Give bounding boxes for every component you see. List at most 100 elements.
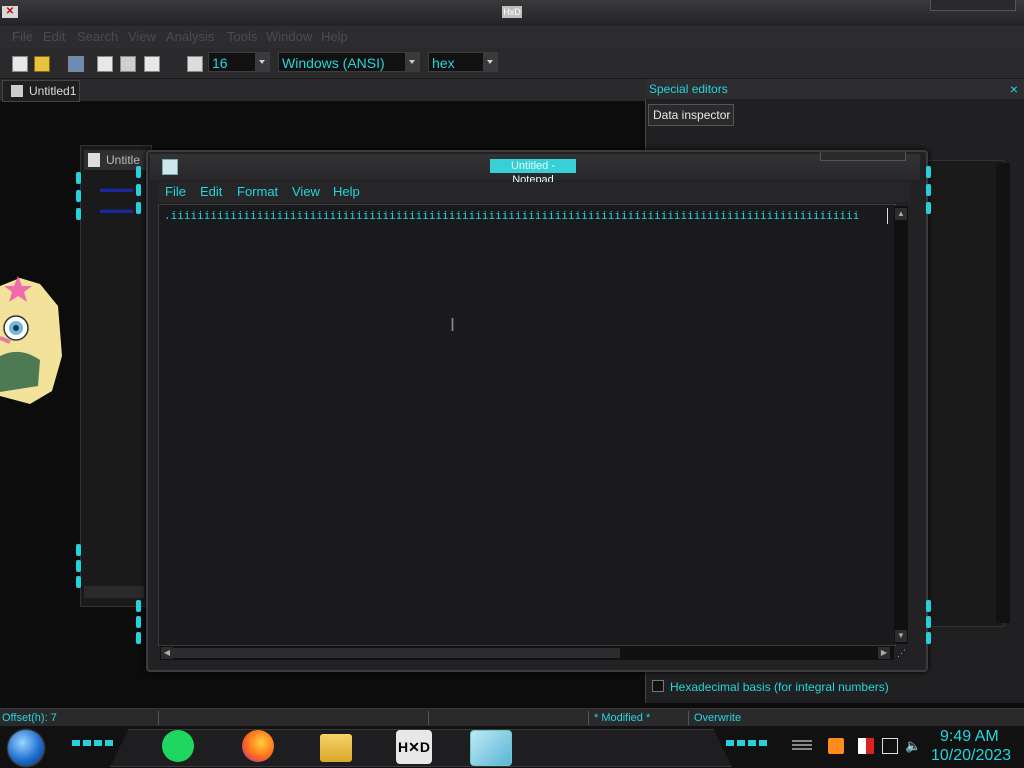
volume-icon[interactable]: 🔈 bbox=[905, 738, 921, 754]
scroll-down-icon[interactable]: ▼ bbox=[895, 630, 907, 642]
frame-accent bbox=[926, 202, 931, 214]
bytes-per-row-value: 16 bbox=[212, 55, 228, 71]
hxd-status-bar: Offset(h): 7 * Modified * Overwrite bbox=[0, 708, 1024, 727]
start-button[interactable] bbox=[8, 730, 44, 766]
scrollbar-thumb[interactable] bbox=[172, 648, 620, 658]
hex-data-row: ▬▬▬ bbox=[100, 204, 133, 216]
clock-date[interactable]: 10/20/2023 bbox=[931, 747, 1011, 765]
window-controls[interactable] bbox=[930, 0, 1016, 11]
firefox-icon[interactable] bbox=[242, 730, 274, 762]
offset-base-select[interactable]: hex bbox=[428, 52, 498, 72]
text-caret bbox=[887, 208, 888, 224]
hxd-toolbar: 16 Windows (ANSI) hex bbox=[0, 48, 1024, 79]
save-icon[interactable] bbox=[68, 56, 84, 72]
notepad-menu-format[interactable]: Format bbox=[237, 184, 278, 199]
taskbar-accent bbox=[72, 740, 116, 746]
status-offset: Offset(h): 7 bbox=[2, 712, 57, 724]
frame-accent bbox=[926, 632, 931, 644]
frame-accent bbox=[136, 616, 141, 628]
hxd-menu-bar: File Edit Search View Analysis Tools Win… bbox=[0, 26, 1024, 48]
notepad-menu-view[interactable]: View bbox=[292, 184, 320, 199]
hex-basis-checkbox[interactable]: Hexadecimal basis (for integral numbers) bbox=[652, 680, 889, 694]
chevron-down-icon[interactable] bbox=[405, 53, 419, 71]
status-divider bbox=[428, 711, 429, 725]
bytes-per-row-select[interactable]: 16 bbox=[208, 52, 270, 72]
frame-accent bbox=[926, 184, 931, 196]
menu-analysis[interactable]: Analysis bbox=[166, 29, 214, 44]
menu-search[interactable]: Search bbox=[77, 29, 118, 44]
menu-file[interactable]: File bbox=[12, 29, 33, 44]
network-icon[interactable] bbox=[882, 738, 898, 754]
checkbox-box[interactable] bbox=[652, 680, 664, 692]
frame-accent bbox=[136, 202, 141, 214]
frame-accent bbox=[76, 544, 81, 556]
notepad-menu-bar: File Edit Format View Help bbox=[158, 182, 910, 202]
charset-value: Windows (ANSI) bbox=[282, 55, 385, 71]
notepad-menu-help[interactable]: Help bbox=[333, 184, 360, 199]
scroll-up-icon[interactable]: ▲ bbox=[895, 208, 907, 220]
offset-base-value: hex bbox=[432, 55, 455, 71]
file-explorer-icon[interactable] bbox=[320, 734, 352, 762]
tray-overflow-icon[interactable] bbox=[792, 740, 812, 752]
notepad-content[interactable]: .iiiiiiiiiiiiiiiiiiiiiiiiiiiiiiiiiiiiiii… bbox=[164, 208, 888, 224]
frame-accent bbox=[76, 172, 81, 184]
hex-basis-label: Hexadecimal basis (for integral numbers) bbox=[670, 680, 889, 694]
spotify-icon[interactable] bbox=[162, 730, 194, 762]
hex-data-row: ▬▬▬ bbox=[100, 183, 133, 195]
scroll-left-icon[interactable]: ◀ bbox=[161, 647, 173, 659]
menu-tools[interactable]: Tools bbox=[227, 29, 257, 44]
close-icon[interactable]: × bbox=[1010, 79, 1018, 99]
cartoon-character-sticker bbox=[0, 276, 62, 404]
tab-label: Data inspector bbox=[653, 108, 731, 122]
status-mode[interactable]: Overwrite bbox=[694, 709, 741, 727]
frame-accent bbox=[76, 208, 81, 220]
new-file-icon[interactable] bbox=[12, 56, 28, 72]
menu-edit[interactable]: Edit bbox=[43, 29, 65, 44]
bytes-per-row-icon bbox=[187, 56, 203, 72]
hxd-app-icon[interactable]: ✕ bbox=[2, 6, 18, 18]
scroll-right-icon[interactable]: ▶ bbox=[878, 647, 890, 659]
hex-horizontal-scrollbar[interactable] bbox=[84, 586, 144, 598]
notepad-icon[interactable] bbox=[470, 730, 512, 766]
menu-window[interactable]: Window bbox=[266, 29, 312, 44]
chevron-down-icon[interactable] bbox=[255, 53, 269, 71]
notepad-app-icon[interactable] bbox=[162, 159, 178, 175]
open-folder-icon[interactable] bbox=[34, 56, 50, 72]
frame-accent bbox=[136, 184, 141, 196]
menu-view[interactable]: View bbox=[128, 29, 156, 44]
sound-warning-icon[interactable] bbox=[828, 738, 844, 754]
notepad-vertical-scrollbar[interactable]: ▲ ▼ bbox=[894, 206, 908, 644]
notepad-menu-edit[interactable]: Edit bbox=[200, 184, 222, 199]
document-icon bbox=[88, 153, 100, 167]
charset-select[interactable]: Windows (ANSI) bbox=[278, 52, 420, 72]
tab-label: Untitled1 bbox=[29, 84, 77, 98]
disk-icon[interactable] bbox=[144, 56, 160, 72]
taskbar-accent bbox=[726, 740, 770, 746]
frame-accent bbox=[926, 616, 931, 628]
clock-time[interactable]: 9:49 AM bbox=[940, 728, 999, 746]
frame-accent bbox=[136, 166, 141, 178]
frame-accent bbox=[76, 190, 81, 202]
chevron-down-icon[interactable] bbox=[483, 53, 497, 71]
status-divider bbox=[158, 711, 159, 725]
notepad-text-area[interactable] bbox=[158, 204, 896, 646]
frame-accent bbox=[926, 166, 931, 178]
ram-icon[interactable] bbox=[120, 56, 136, 72]
tab-data-inspector[interactable]: Data inspector bbox=[648, 104, 734, 126]
notepad-title: Untitled - Notepad bbox=[490, 159, 576, 186]
hex-document-title-label: Untitle bbox=[106, 153, 141, 167]
window-controls[interactable] bbox=[820, 152, 906, 161]
resize-grip-icon[interactable]: ⋰ bbox=[897, 648, 907, 658]
ibeam-cursor-icon: I bbox=[450, 314, 455, 336]
menu-help[interactable]: Help bbox=[321, 29, 348, 44]
notepad-menu-file[interactable]: File bbox=[165, 184, 186, 199]
data-inspector-scrollbar[interactable] bbox=[996, 163, 1010, 623]
action-center-flag-icon[interactable] bbox=[858, 738, 874, 754]
page-icon[interactable] bbox=[97, 56, 113, 72]
hxd-icon[interactable]: H✕D bbox=[396, 730, 432, 764]
tab-untitled1[interactable]: Untitled1 bbox=[2, 80, 80, 102]
special-editors-header: Special editors × bbox=[645, 79, 1024, 99]
status-divider bbox=[688, 711, 689, 725]
status-divider bbox=[588, 711, 589, 725]
document-tab-bar bbox=[0, 79, 645, 101]
